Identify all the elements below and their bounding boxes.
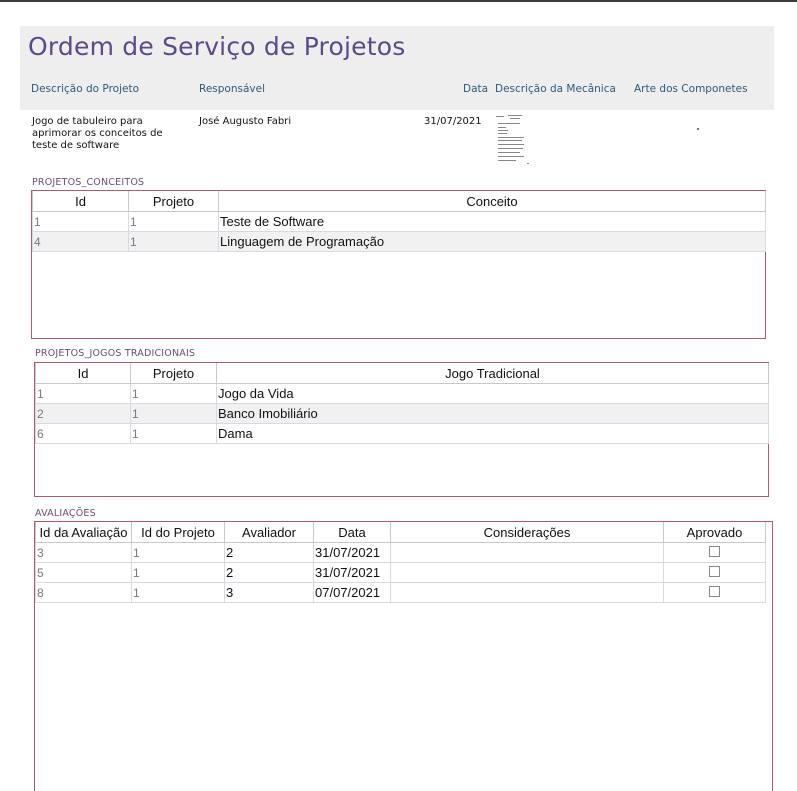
cell-consideracoes[interactable]: [390, 562, 664, 583]
data-field[interactable]: 31/07/2021: [424, 116, 482, 128]
table-row[interactable]: 5 1 2 31/07/2021: [35, 562, 766, 583]
cell-id[interactable]: 1: [35, 383, 131, 404]
label-descricao-mecanica: Descrição da Mecânica: [495, 83, 616, 95]
conceitos-table: Id Projeto Conceito 1 1 Teste de Softwar…: [32, 191, 766, 252]
label-descricao-projeto: Descrição do Projeto: [31, 83, 139, 95]
descricao-projeto-field[interactable]: Jogo de tabuleiro para aprimorar os conc…: [32, 116, 163, 152]
column-header[interactable]: Id da Avaliação: [35, 522, 132, 543]
cell-aprovado: [663, 582, 766, 603]
table-row[interactable]: 2 1 Banco Imobiliário: [35, 403, 769, 424]
cell-id-projeto[interactable]: 1: [131, 582, 225, 603]
cell-data[interactable]: 07/07/2021: [313, 582, 391, 603]
column-header[interactable]: Projeto: [128, 191, 219, 212]
column-header[interactable]: Id do Projeto: [131, 522, 225, 543]
section-label-conceitos: PROJETOS_CONCEITOS: [32, 177, 145, 188]
label-data: Data: [463, 83, 489, 95]
table-row[interactable]: 4 1 Linguagem de Programação: [32, 231, 766, 252]
label-responsavel: Responsável: [199, 83, 265, 95]
cell-id[interactable]: 2: [35, 403, 131, 424]
mecanica-document-thumbnail[interactable]: [494, 113, 530, 165]
column-header[interactable]: Id: [35, 363, 131, 384]
table-row[interactable]: 8 1 3 07/07/2021: [35, 582, 766, 603]
aprovado-checkbox[interactable]: [709, 586, 720, 597]
descricao-line: Jogo de tabuleiro para: [32, 116, 143, 127]
cell-jogo[interactable]: Dama: [216, 423, 769, 444]
cell-avaliador[interactable]: 3: [224, 582, 314, 603]
cell-conceito[interactable]: Teste de Software: [218, 211, 766, 232]
table-row[interactable]: 1 1 Teste de Software: [32, 211, 766, 232]
cell-id-projeto[interactable]: 1: [131, 562, 225, 583]
cell-id-avaliacao[interactable]: 8: [35, 582, 132, 603]
column-header[interactable]: Considerações: [390, 522, 664, 543]
cell-projeto[interactable]: 1: [130, 423, 217, 444]
responsavel-field[interactable]: José Augusto Fabri: [199, 116, 291, 128]
table-header-row: Id Projeto Jogo Tradicional: [35, 363, 769, 384]
table-header-row: Id da Avaliação Id do Projeto Avaliador …: [35, 522, 766, 543]
label-arte-componentes: Arte dos Componetes: [634, 83, 748, 95]
column-header[interactable]: Jogo Tradicional: [216, 363, 769, 384]
cell-data[interactable]: 31/07/2021: [313, 562, 391, 583]
top-border: [0, 0, 797, 2]
avaliacoes-table: Id da Avaliação Id do Projeto Avaliador …: [35, 522, 766, 603]
column-header[interactable]: Avaliador: [224, 522, 314, 543]
cell-data[interactable]: 31/07/2021: [313, 542, 391, 563]
aprovado-checkbox[interactable]: [709, 546, 720, 557]
cell-aprovado: [663, 542, 766, 563]
form-header: Ordem de Serviço de Projetos Descrição d…: [20, 26, 774, 110]
cell-id-avaliacao[interactable]: 3: [35, 542, 132, 563]
column-header[interactable]: Projeto: [130, 363, 217, 384]
table-row[interactable]: 1 1 Jogo da Vida: [35, 383, 769, 404]
table-header-row: Id Projeto Conceito: [32, 191, 766, 212]
table-row[interactable]: 6 1 Dama: [35, 423, 769, 444]
cell-consideracoes[interactable]: [390, 542, 664, 563]
cell-id[interactable]: 1: [32, 211, 129, 232]
column-header[interactable]: Data: [313, 522, 391, 543]
column-header[interactable]: Conceito: [218, 191, 766, 212]
descricao-line: aprimorar os conceitos de: [32, 128, 163, 139]
arte-componentes-image[interactable]: [697, 128, 699, 130]
cell-id[interactable]: 4: [32, 231, 129, 252]
cell-conceito[interactable]: Linguagem de Programação: [218, 231, 766, 252]
jogos-table: Id Projeto Jogo Tradicional 1 1 Jogo da …: [35, 363, 769, 444]
cell-id-projeto[interactable]: 1: [131, 542, 225, 563]
cell-id-avaliacao[interactable]: 5: [35, 562, 132, 583]
cell-projeto[interactable]: 1: [128, 231, 219, 252]
cell-jogo[interactable]: Jogo da Vida: [216, 383, 769, 404]
cell-id[interactable]: 6: [35, 423, 131, 444]
section-label-jogos: PROJETOS_JOGOS TRADICIONAIS: [35, 348, 196, 359]
section-label-avaliacoes: AVALIAÇÕES: [35, 508, 96, 519]
descricao-line: teste de software: [32, 140, 120, 151]
cell-avaliador[interactable]: 2: [224, 542, 314, 563]
column-header[interactable]: Aprovado: [663, 522, 766, 543]
cell-projeto[interactable]: 1: [130, 403, 217, 424]
cell-avaliador[interactable]: 2: [224, 562, 314, 583]
cell-consideracoes[interactable]: [390, 582, 664, 603]
table-row[interactable]: 3 1 2 31/07/2021: [35, 542, 766, 563]
cell-projeto[interactable]: 1: [130, 383, 217, 404]
cell-jogo[interactable]: Banco Imobiliário: [216, 403, 769, 424]
aprovado-checkbox[interactable]: [709, 566, 720, 577]
column-header[interactable]: Id: [32, 191, 129, 212]
cell-aprovado: [663, 562, 766, 583]
cell-projeto[interactable]: 1: [128, 211, 219, 232]
page-title: Ordem de Serviço de Projetos: [28, 32, 406, 61]
